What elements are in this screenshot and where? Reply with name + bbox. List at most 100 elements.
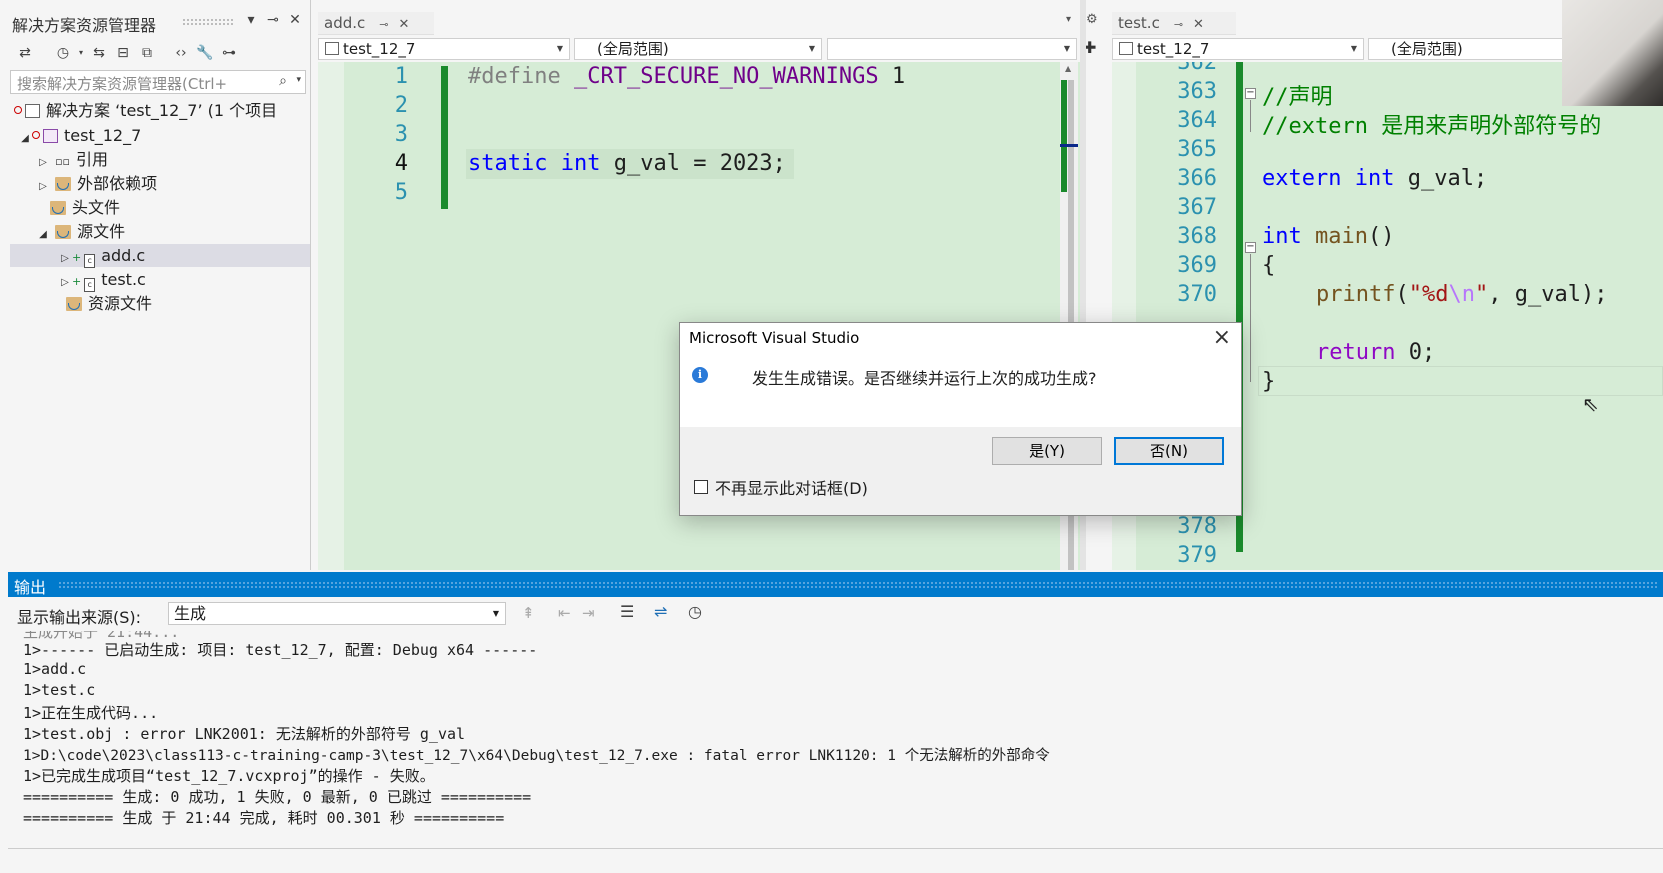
- tree-item-references[interactable]: ▷ ▫▫ 引用: [36, 148, 108, 171]
- search-icon[interactable]: ⌕: [279, 73, 287, 89]
- code-line: int main(): [1262, 224, 1394, 249]
- sync-icon[interactable]: ⇄: [16, 44, 34, 62]
- code-line: }: [1262, 369, 1276, 394]
- scroll-up-icon[interactable]: ▲: [1065, 64, 1071, 73]
- expanded-arrow-icon[interactable]: ◢: [18, 127, 32, 150]
- outline-line: [1250, 100, 1251, 132]
- project-icon: [43, 129, 58, 143]
- code-view-icon[interactable]: ‹›: [172, 44, 190, 62]
- output-source-label: 显示输出来源(S):: [17, 608, 142, 627]
- c-file-icon: c: [84, 278, 96, 292]
- added-icon: +: [72, 251, 82, 264]
- swap-icon[interactable]: ⇆: [90, 44, 108, 62]
- scope-nav-dropdown[interactable]: (全局范围) ▼: [574, 38, 822, 60]
- dialog-title: Microsoft Visual Studio: [689, 329, 860, 347]
- external-deps-icon: [55, 177, 72, 191]
- escape-token: \n: [1448, 282, 1475, 307]
- title-grip: [58, 581, 1658, 589]
- history-dropdown-icon[interactable]: ▾: [72, 44, 90, 62]
- chevron-down-icon[interactable]: ▾: [296, 75, 301, 85]
- dont-show-again-checkbox[interactable]: [694, 480, 708, 494]
- no-button[interactable]: 否(N): [1114, 437, 1224, 465]
- close-icon[interactable]: ✕: [286, 12, 304, 28]
- copy-icon[interactable]: ⧉: [138, 44, 156, 62]
- chevron-down-icon: ▼: [492, 609, 499, 618]
- pin-icon[interactable]: ⊸: [264, 12, 282, 28]
- output-panel-header: 输出: [8, 572, 1663, 597]
- caret-marker: [1060, 144, 1078, 147]
- line-number: 362: [1177, 62, 1217, 75]
- collapsed-arrow-icon[interactable]: ▷: [58, 271, 72, 294]
- output-title: 输出: [14, 578, 47, 597]
- collapsed-arrow-icon[interactable]: ▷: [36, 175, 50, 198]
- chevron-down-icon[interactable]: ▾: [1066, 14, 1071, 25]
- output-line: ========== 生成 于 21:44 完成, 耗时 00.301 秒 ==…: [23, 809, 505, 827]
- tree-item-external-deps[interactable]: ▷ 外部依赖项: [36, 172, 157, 195]
- tab-test-c[interactable]: test.c ⊸ ✕: [1112, 12, 1236, 35]
- keyword-token: int: [560, 151, 601, 176]
- scope-nav-dropdown-right[interactable]: (全局范围): [1368, 38, 1568, 60]
- preview-icon[interactable]: ⊶: [220, 44, 238, 62]
- tree-item-project[interactable]: ◢ test_12_7: [18, 124, 141, 147]
- output-text[interactable]: 生成开始于 21:44... 1>------ 已启动生成: 项目: test_…: [8, 631, 1663, 848]
- tree-item-test-c[interactable]: ▷ + c test.c: [58, 268, 146, 294]
- prev-message-icon[interactable]: ⇤: [558, 604, 571, 622]
- pending-change-icon: [32, 131, 40, 139]
- pending-change-icon: [14, 106, 22, 114]
- line-number: 378: [1177, 514, 1217, 539]
- code-line: #define _CRT_SECURE_NO_WARNINGS 1: [468, 64, 905, 89]
- search-placeholder: 搜索解决方案资源管理器(Ctrl+: [17, 75, 228, 93]
- close-icon[interactable]: ✕: [398, 17, 409, 32]
- project-nav-dropdown[interactable]: test_12_7 ▼: [318, 38, 570, 60]
- solution-explorer-toolbar: ⇄ ◷ ▾ ⇆ ⊟ ⧉ ‹› 🔧 ⊶: [10, 40, 306, 68]
- collapse-toggle-icon[interactable]: −: [1245, 242, 1256, 253]
- line-number: 370: [1177, 282, 1217, 307]
- tree-item-solution[interactable]: 解决方案 ‘test_12_7’ (1 个项目: [14, 99, 277, 122]
- nav-label: test_12_7: [1137, 40, 1210, 58]
- next-message-icon[interactable]: ⇥: [582, 604, 595, 622]
- pin-icon[interactable]: ⊸: [1174, 18, 1183, 31]
- keyword-token: static: [468, 151, 548, 176]
- dont-show-again-label[interactable]: 不再显示此对话框(D): [715, 475, 868, 499]
- search-input[interactable]: 搜索解决方案资源管理器(Ctrl+ ⌕ ▾: [10, 70, 306, 94]
- tab-add-c[interactable]: add.c ⊸ ✕: [318, 12, 434, 35]
- chevron-down-icon[interactable]: ▾: [242, 12, 260, 28]
- preprocessor-token: #define: [468, 64, 561, 89]
- references-icon: ▫▫: [55, 155, 71, 168]
- tree-item-header-files[interactable]: 头文件: [50, 196, 120, 219]
- output-source-dropdown[interactable]: 生成 ▼: [168, 602, 506, 625]
- tree-item-add-c[interactable]: ▷ + c add.c: [10, 244, 310, 270]
- line-number: 2: [394, 93, 408, 118]
- yes-button[interactable]: 是(Y): [992, 437, 1102, 465]
- output-line: 1>已完成生成项目“test_12_7.vcxproj”的操作 - 失败。: [23, 767, 435, 785]
- word-wrap-icon[interactable]: ⇌: [654, 602, 667, 621]
- project-nav-dropdown-right[interactable]: test_12_7 ▼: [1112, 38, 1364, 60]
- tree-item-source-files[interactable]: ◢ 源文件: [36, 220, 125, 243]
- expanded-arrow-icon[interactable]: ◢: [36, 223, 50, 246]
- collapsed-arrow-icon[interactable]: ▷: [36, 151, 50, 174]
- close-icon[interactable]: ×: [1213, 325, 1231, 350]
- line-number: 364: [1177, 108, 1217, 133]
- tree-item-label: 源文件: [77, 222, 126, 241]
- code-line: extern int g_val;: [1262, 166, 1487, 191]
- tree-item-resource-files[interactable]: 资源文件: [66, 292, 152, 315]
- clock-icon[interactable]: ◷: [688, 602, 702, 621]
- code-token: g_val;: [1407, 166, 1488, 191]
- filter-folder-icon: [50, 201, 66, 215]
- member-nav-dropdown[interactable]: ▼: [827, 38, 1077, 60]
- wrench-icon[interactable]: 🔧: [196, 44, 214, 62]
- line-number: 365: [1177, 137, 1217, 162]
- collapse-toggle-icon[interactable]: −: [1245, 88, 1256, 99]
- code-comment: //声明: [1262, 85, 1333, 110]
- code-line: return 0;: [1316, 340, 1435, 365]
- close-icon[interactable]: ✕: [1193, 17, 1204, 32]
- pin-icon[interactable]: ⊸: [379, 18, 388, 31]
- collapse-all-icon[interactable]: ⊟: [114, 44, 132, 62]
- clear-all-icon[interactable]: ☰: [620, 602, 634, 621]
- keyword-token: int: [1262, 224, 1302, 249]
- collapsed-arrow-icon[interactable]: ▷: [58, 247, 72, 270]
- history-icon[interactable]: ◷: [54, 44, 72, 62]
- gear-icon[interactable]: ⚙: [1086, 12, 1098, 27]
- goto-source-icon[interactable]: ⇞: [522, 604, 535, 622]
- code-comment: //extern 是用来声明外部符号的: [1262, 114, 1602, 139]
